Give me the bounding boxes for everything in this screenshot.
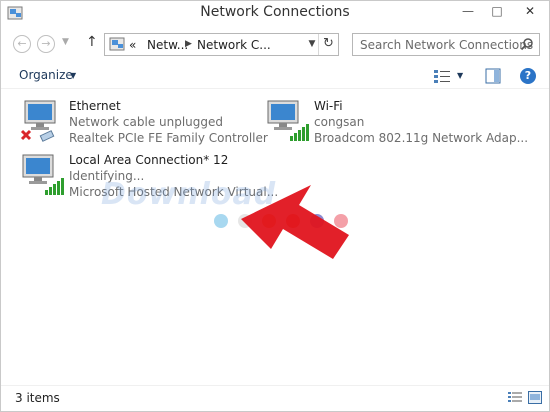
help-icon[interactable]: ? xyxy=(520,68,536,84)
status-bar: 3 items xyxy=(1,385,549,409)
connection-item-wifi[interactable]: Wi-Fi congsan Broadcom 802.11g Network A… xyxy=(264,99,544,149)
connection-details: Ethernet Network cable unplugged Realtek… xyxy=(69,99,268,147)
back-button[interactable]: ← xyxy=(13,35,31,53)
explorer-window: Network Connections — □ ✕ ← → ▼ ↑ « Netw… xyxy=(0,0,550,412)
connection-status: congsan xyxy=(314,115,365,129)
preview-pane-icon[interactable] xyxy=(485,68,501,84)
details-view-icon[interactable] xyxy=(508,391,522,404)
dot-icon xyxy=(214,214,228,228)
large-icons-view-icon[interactable] xyxy=(528,391,542,404)
address-overflow[interactable]: « xyxy=(129,38,136,52)
up-button[interactable]: ↑ xyxy=(86,34,98,50)
forward-button[interactable]: → xyxy=(37,35,55,53)
chevron-down-icon[interactable]: ▼ xyxy=(306,34,318,55)
connection-name: Wi-Fi xyxy=(314,99,343,113)
minimize-button[interactable]: — xyxy=(454,1,482,23)
view-options-dropdown[interactable]: ▼ xyxy=(457,71,463,80)
close-button[interactable]: ✕ xyxy=(512,1,548,23)
refresh-button[interactable]: ↻ xyxy=(318,34,338,55)
connection-item-ethernet[interactable]: Ethernet Network cable unplugged Realtek… xyxy=(19,99,268,149)
search-input[interactable]: Search Network Connections xyxy=(360,38,533,52)
recent-locations-dropdown[interactable]: ▼ xyxy=(62,37,69,47)
maximize-button[interactable]: □ xyxy=(483,1,511,23)
network-folder-icon xyxy=(109,37,125,51)
navigation-bar: ← → ▼ ↑ « Netw... ▶ Network C... ▼ ↻ Sea… xyxy=(1,29,549,59)
wireless-adapter-icon xyxy=(22,154,64,195)
command-bar: Organize ▼ ▼ ? xyxy=(1,63,549,89)
breadcrumb-network[interactable]: Netw... xyxy=(147,38,188,52)
connection-name: Local Area Connection* 12 xyxy=(69,153,229,167)
ethernet-disconnected-icon xyxy=(20,100,56,142)
search-box[interactable]: Search Network Connections xyxy=(352,33,540,56)
connection-device: Realtek PCIe FE Family Controller xyxy=(69,131,268,145)
change-view-icon[interactable] xyxy=(433,68,451,84)
address-bar[interactable]: « Netw... ▶ Network C... ▼ ↻ xyxy=(104,33,339,56)
chevron-down-icon[interactable]: ▼ xyxy=(70,71,76,80)
wifi-adapter-icon xyxy=(267,100,309,141)
connection-device: Broadcom 802.11g Network Adap... xyxy=(314,131,529,145)
search-icon[interactable] xyxy=(520,37,534,51)
connection-name: Ethernet xyxy=(69,99,121,113)
pointer-arrow-icon xyxy=(241,185,349,259)
title-bar[interactable]: Network Connections — □ ✕ xyxy=(1,1,549,27)
item-count: 3 items xyxy=(15,391,60,405)
connection-details: Wi-Fi congsan Broadcom 802.11g Network A… xyxy=(314,99,528,147)
chevron-right-icon[interactable]: ▶ xyxy=(185,39,192,49)
connection-status: Network cable unplugged xyxy=(69,115,224,129)
organize-button[interactable]: Organize xyxy=(19,68,73,82)
breadcrumb-network-connections[interactable]: Network C... xyxy=(197,38,271,52)
